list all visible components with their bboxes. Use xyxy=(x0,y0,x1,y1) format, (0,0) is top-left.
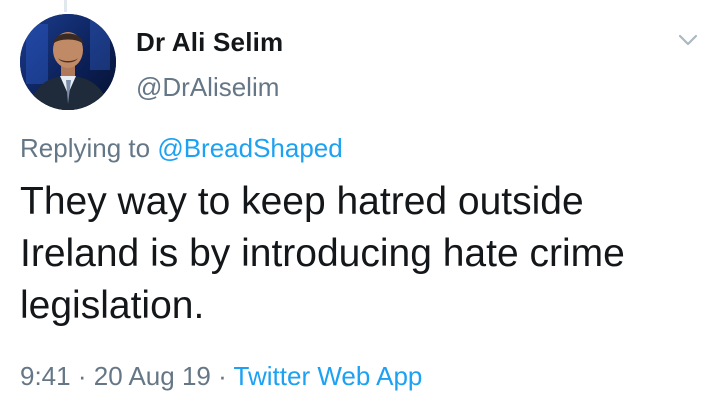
chevron-down-icon[interactable] xyxy=(676,28,700,52)
author-name[interactable]: Dr Ali Selim xyxy=(136,27,283,58)
author-handle[interactable]: @DrAliselim xyxy=(136,72,279,103)
reply-context: Replying to @BreadShaped xyxy=(20,133,343,164)
tweet-text: They way to keep hatred outside Ireland … xyxy=(20,180,625,327)
tweet-meta: 9:41 · 20 Aug 19 · Twitter Web App xyxy=(20,361,422,392)
tweet-source-link[interactable]: Twitter Web App xyxy=(234,361,423,391)
tweet-date[interactable]: 20 Aug 19 xyxy=(94,361,211,391)
profile-photo xyxy=(20,14,116,110)
tweet-time[interactable]: 9:41 xyxy=(20,361,71,391)
thread-connector-line xyxy=(64,0,67,12)
avatar[interactable] xyxy=(20,14,116,110)
reply-mention-link[interactable]: @BreadShaped xyxy=(157,133,342,163)
meta-separator: · xyxy=(218,361,227,391)
meta-separator: · xyxy=(77,361,87,391)
reply-prefix: Replying to xyxy=(20,133,151,163)
